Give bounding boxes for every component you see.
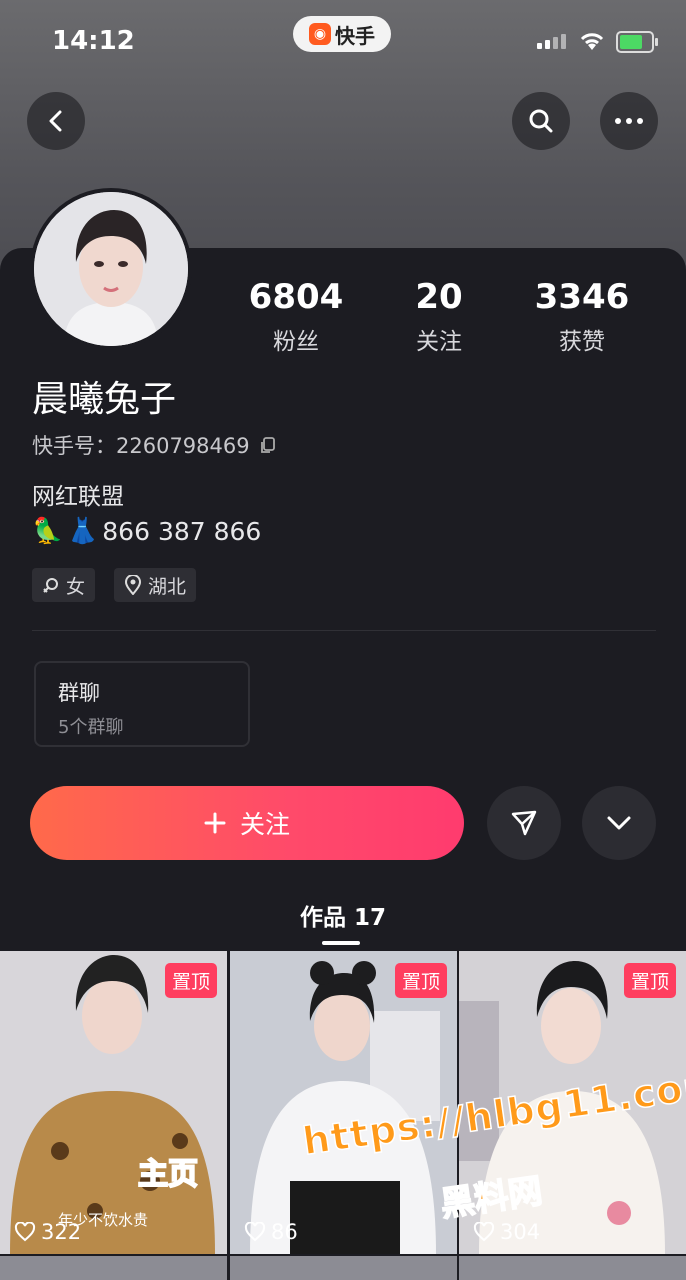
app-name: 快手 xyxy=(335,23,375,48)
app-indicator-pill: ◉ 快手 xyxy=(293,16,391,52)
group-chat-count: 5个群聊 xyxy=(58,717,124,738)
pinned-badge: 置顶 xyxy=(623,963,676,998)
more-dots-icon xyxy=(615,118,643,124)
profile-name: 晨曦兔子 xyxy=(32,379,177,420)
gender-label: 女 xyxy=(66,575,86,598)
like-count: 304 xyxy=(473,1220,540,1244)
follow-button[interactable]: 关注 xyxy=(30,786,464,860)
followers-label: 粉丝 xyxy=(273,329,319,355)
status-bar: 14:12 ◉ 快手 xyxy=(0,0,686,80)
bio-line-2: 🦜 👗 866 387 866 xyxy=(32,516,261,546)
likes-count: 3346 xyxy=(534,277,630,317)
chevron-down-icon xyxy=(607,816,631,830)
battery-icon xyxy=(616,31,658,53)
dress-emoji-icon: 👗 xyxy=(67,516,99,545)
likes-label: 获赞 xyxy=(559,329,605,355)
gender-tag: 女 xyxy=(32,568,96,602)
kuaishou-logo-icon: ◉ xyxy=(309,23,331,45)
send-icon xyxy=(511,810,537,836)
bio-line-1: 网红联盟 xyxy=(32,484,124,510)
stat-followers[interactable]: 6804 粉丝 xyxy=(226,278,366,356)
like-count-value: 322 xyxy=(41,1220,82,1244)
pinned-badge: 置顶 xyxy=(394,963,447,998)
divider xyxy=(32,630,656,631)
parrot-emoji-icon: 🦜 xyxy=(32,516,64,545)
like-count-value: 304 xyxy=(500,1220,541,1244)
location-icon xyxy=(124,575,142,595)
wifi-icon xyxy=(580,33,604,50)
video-tile-partial[interactable] xyxy=(230,1256,457,1280)
expand-more-button[interactable] xyxy=(582,786,656,860)
like-count: 86 xyxy=(244,1220,298,1244)
video-tile[interactable]: 置顶 主页 年少不饮水贵 322 xyxy=(0,951,227,1254)
copy-icon[interactable] xyxy=(258,435,278,455)
avatar[interactable] xyxy=(30,188,192,350)
stat-following[interactable]: 20 关注 xyxy=(369,278,509,356)
stat-likes[interactable]: 3346 获赞 xyxy=(512,278,652,356)
homepage-overlay-text: 主页 xyxy=(137,1156,199,1193)
followers-count: 6804 xyxy=(248,277,344,317)
group-chat-title: 群聊 xyxy=(58,681,100,705)
video-tile-partial[interactable] xyxy=(0,1256,227,1280)
follow-label: 关注 xyxy=(239,810,290,839)
like-count-value: 86 xyxy=(271,1220,298,1244)
kuaishou-id-row[interactable]: 快手号：2260798469 xyxy=(32,430,278,460)
location-label: 湖北 xyxy=(148,575,187,598)
heart-icon xyxy=(473,1222,495,1242)
send-message-button[interactable] xyxy=(487,786,561,860)
avatar-image xyxy=(34,192,188,346)
search-icon xyxy=(529,109,553,133)
search-button[interactable] xyxy=(512,92,570,150)
plus-icon xyxy=(204,812,226,834)
heart-icon xyxy=(14,1222,36,1242)
video-tile-partial[interactable] xyxy=(459,1256,686,1280)
following-count: 20 xyxy=(415,277,463,317)
heart-icon xyxy=(244,1222,266,1242)
group-chat-card[interactable]: 群聊 5个群聊 xyxy=(34,661,250,747)
following-label: 关注 xyxy=(416,329,462,355)
back-button[interactable] xyxy=(27,92,85,150)
like-count: 322 xyxy=(14,1220,81,1244)
kuaishou-id: 快手号：2260798469 xyxy=(32,434,250,458)
tab-works-underline xyxy=(322,941,360,945)
more-options-button[interactable] xyxy=(600,92,658,150)
female-icon xyxy=(43,578,58,593)
tab-works[interactable]: 作品 17 xyxy=(0,898,686,932)
cellular-signal-icon xyxy=(537,34,566,49)
bio-line-2-text: 866 387 866 xyxy=(102,516,262,546)
status-time: 14:12 xyxy=(52,26,135,56)
back-arrow-icon xyxy=(49,110,62,132)
pinned-badge: 置顶 xyxy=(164,963,217,998)
location-tag: 湖北 xyxy=(114,568,197,602)
